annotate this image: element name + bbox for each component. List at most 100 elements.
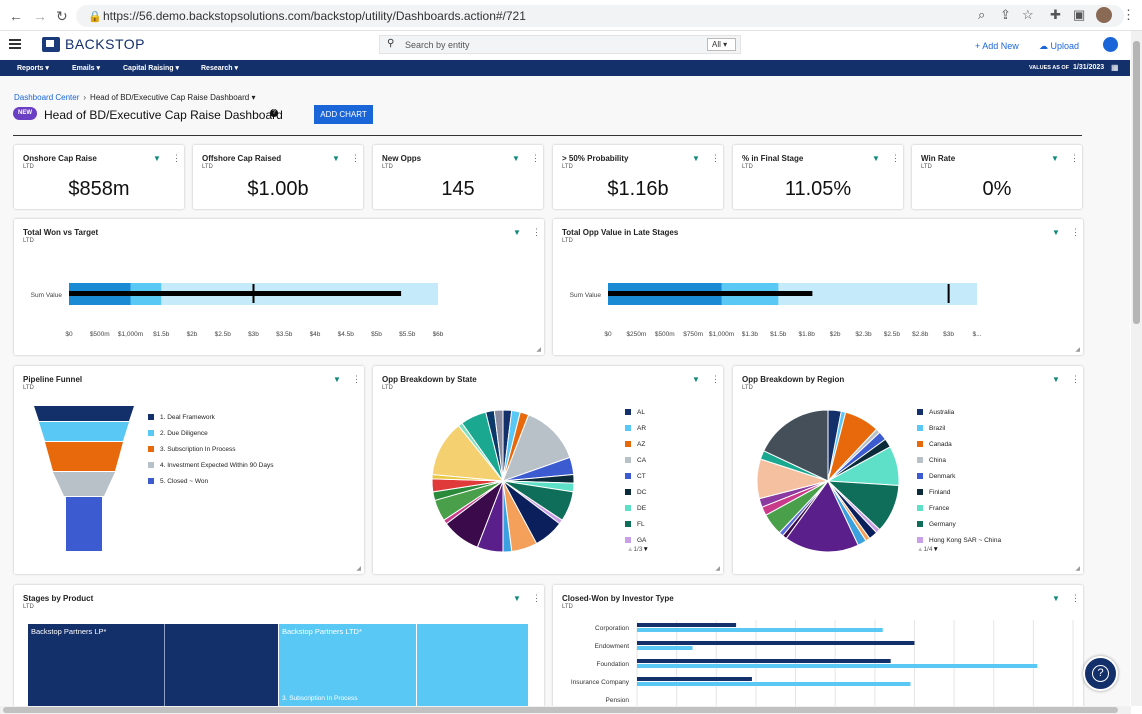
nav-emails[interactable]: Emails ▾ bbox=[72, 64, 100, 72]
scroll-thumb[interactable] bbox=[1133, 41, 1140, 324]
browser-menu-icon[interactable]: ⋮ bbox=[1122, 7, 1135, 23]
legend-item[interactable]: Germany bbox=[917, 516, 1001, 532]
filter-icon[interactable]: ▼ bbox=[333, 375, 341, 384]
resize-handle-icon[interactable]: ◢ bbox=[1075, 346, 1080, 353]
hamburger-icon[interactable] bbox=[9, 39, 21, 49]
resize-handle-icon[interactable]: ◢ bbox=[715, 565, 720, 572]
scroll-thumb[interactable] bbox=[3, 707, 1118, 713]
extensions-icon[interactable]: ✚ bbox=[1050, 7, 1061, 23]
legend-item[interactable]: China bbox=[917, 452, 1001, 468]
legend-item[interactable]: DE bbox=[625, 500, 646, 516]
filter-icon[interactable]: ▼ bbox=[1052, 375, 1060, 384]
more-menu-icon[interactable]: ⋮ bbox=[1071, 227, 1080, 238]
filter-icon[interactable]: ▼ bbox=[692, 375, 700, 384]
search-bar[interactable]: ⚲ Search by entity All ▾ bbox=[379, 35, 741, 54]
more-menu-icon[interactable]: ⋮ bbox=[532, 227, 541, 238]
filter-icon[interactable]: ▼ bbox=[332, 154, 340, 163]
bar[interactable] bbox=[637, 659, 891, 663]
back-icon[interactable]: ← bbox=[9, 8, 23, 24]
bar[interactable] bbox=[637, 664, 1038, 668]
star-icon[interactable]: ☆ bbox=[1022, 7, 1034, 23]
filter-icon[interactable]: ▼ bbox=[1052, 594, 1060, 603]
pager-down-icon[interactable]: ▼ bbox=[642, 546, 648, 553]
more-menu-icon[interactable]: ⋮ bbox=[711, 153, 720, 164]
more-menu-icon[interactable]: ⋮ bbox=[351, 153, 360, 164]
filter-icon[interactable]: ▼ bbox=[513, 228, 521, 237]
more-menu-icon[interactable]: ⋮ bbox=[1071, 593, 1080, 604]
legend-item[interactable]: AL bbox=[625, 404, 646, 420]
legend-pager[interactable]: ▲1/4▼ bbox=[917, 546, 939, 553]
sidepanel-icon[interactable]: ▣ bbox=[1073, 7, 1085, 23]
filter-icon[interactable]: ▼ bbox=[513, 594, 521, 603]
share-icon[interactable]: ⇪ bbox=[1000, 7, 1011, 23]
legend-item[interactable]: DC bbox=[625, 484, 646, 500]
more-menu-icon[interactable]: ⋮ bbox=[532, 593, 541, 604]
funnel-stage[interactable] bbox=[53, 472, 115, 496]
calendar-icon[interactable]: ▦ bbox=[1111, 63, 1119, 72]
reload-icon[interactable]: ↻ bbox=[56, 8, 68, 25]
filter-icon[interactable]: ▼ bbox=[153, 154, 161, 163]
values-as-of-date[interactable]: 1/31/2023 bbox=[1073, 64, 1104, 71]
nav-reports[interactable]: Reports ▾ bbox=[17, 64, 49, 72]
filter-icon[interactable]: ▼ bbox=[872, 154, 880, 163]
legend-pager[interactable]: ▲1/3▼ bbox=[627, 546, 649, 553]
legend-item[interactable]: 3. Subscription In Process bbox=[148, 441, 273, 457]
legend-item[interactable]: FL bbox=[625, 516, 646, 532]
treemap-group-lp[interactable]: Backstop Partners LP* bbox=[28, 624, 278, 706]
legend-item[interactable]: Canada bbox=[917, 436, 1001, 452]
bar[interactable] bbox=[637, 677, 752, 681]
legend-item[interactable]: AR bbox=[625, 420, 646, 436]
logo[interactable]: BACKSTOP bbox=[42, 36, 145, 52]
vertical-scrollbar[interactable] bbox=[1131, 31, 1142, 706]
breadcrumb-current[interactable]: Head of BD/Executive Cap Raise Dashboard… bbox=[90, 93, 255, 102]
filter-icon[interactable]: ▼ bbox=[512, 154, 520, 163]
zoom-icon[interactable]: ⌕ bbox=[978, 7, 985, 23]
legend-item[interactable]: Australia bbox=[917, 404, 1001, 420]
filter-icon[interactable]: ▼ bbox=[1051, 154, 1059, 163]
nav-capital-raising[interactable]: Capital Raising ▾ bbox=[123, 64, 179, 72]
bullet-actual-bar[interactable] bbox=[608, 291, 813, 296]
funnel-stage[interactable] bbox=[39, 422, 129, 441]
search-scope-select[interactable]: All ▾ bbox=[707, 38, 736, 51]
add-new-button[interactable]: + Add New bbox=[975, 41, 1019, 51]
funnel-stage[interactable] bbox=[34, 406, 134, 421]
resize-handle-icon[interactable]: ◢ bbox=[536, 346, 541, 353]
breadcrumb-root-link[interactable]: Dashboard Center bbox=[14, 93, 79, 102]
legend-item[interactable]: Denmark bbox=[917, 468, 1001, 484]
filter-icon[interactable]: ▼ bbox=[1052, 228, 1060, 237]
upload-button[interactable]: ☁ Upload bbox=[1039, 41, 1079, 52]
more-menu-icon[interactable]: ⋮ bbox=[172, 153, 181, 164]
address-bar[interactable]: 🔒 https://56.demo.backstopsolutions.com/… bbox=[76, 5, 1124, 27]
legend-item[interactable]: Brazil bbox=[917, 420, 1001, 436]
legend-item[interactable]: 2. Due Diligence bbox=[148, 425, 273, 441]
treemap-group-ltd[interactable]: Backstop Partners LTD* 3. Subscription I… bbox=[279, 624, 528, 706]
resize-handle-icon[interactable]: ◢ bbox=[1075, 565, 1080, 572]
more-menu-icon[interactable]: ⋮ bbox=[711, 374, 720, 385]
bar[interactable] bbox=[637, 641, 915, 645]
add-chart-button[interactable]: ADD CHART bbox=[314, 105, 373, 124]
bar[interactable] bbox=[637, 646, 693, 650]
legend-item[interactable]: 4. Investment Expected Within 90 Days bbox=[148, 457, 273, 473]
bar[interactable] bbox=[637, 623, 737, 627]
legend-item[interactable]: France bbox=[917, 500, 1001, 516]
help-question-icon[interactable]: ? bbox=[270, 109, 278, 117]
legend-item[interactable]: Finland bbox=[917, 484, 1001, 500]
legend-item[interactable]: 1. Deal Framework bbox=[148, 409, 273, 425]
more-menu-icon[interactable]: ⋮ bbox=[891, 153, 900, 164]
legend-item[interactable]: 5. Closed ~ Won bbox=[148, 473, 273, 489]
forward-icon[interactable]: → bbox=[33, 8, 47, 24]
resize-handle-icon[interactable]: ◢ bbox=[356, 565, 361, 572]
horizontal-scrollbar[interactable] bbox=[0, 706, 1131, 714]
funnel-stage[interactable] bbox=[45, 442, 123, 471]
user-account-icon[interactable] bbox=[1103, 37, 1118, 52]
legend-item[interactable]: AZ bbox=[625, 436, 646, 452]
funnel-stage[interactable] bbox=[66, 497, 102, 551]
more-menu-icon[interactable]: ⋮ bbox=[1071, 374, 1080, 385]
pager-down-icon[interactable]: ▼ bbox=[932, 546, 938, 553]
bar[interactable] bbox=[637, 628, 883, 632]
filter-icon[interactable]: ▼ bbox=[692, 154, 700, 163]
nav-research[interactable]: Research ▾ bbox=[201, 64, 238, 72]
more-menu-icon[interactable]: ⋮ bbox=[531, 153, 540, 164]
bullet-actual-bar[interactable] bbox=[69, 291, 402, 296]
legend-item[interactable]: CT bbox=[625, 468, 646, 484]
